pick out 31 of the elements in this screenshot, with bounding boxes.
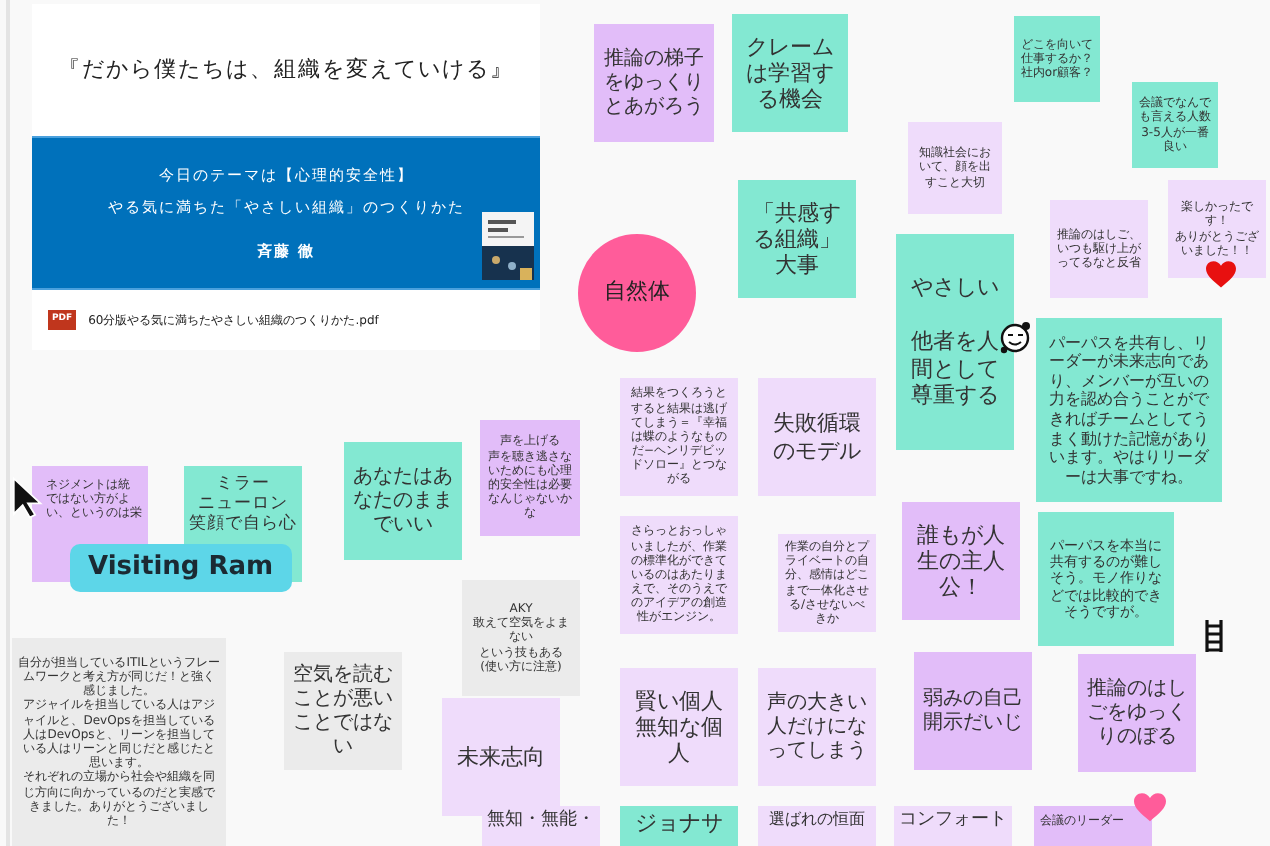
heart-icon [1134, 792, 1166, 824]
heart-icon [1206, 260, 1236, 290]
smiley-icon [998, 320, 1032, 354]
note-text: 空気を読むことが悪いことではない [291, 663, 395, 759]
note-text: 他者を人間として尊重する [909, 327, 1001, 411]
note-text: 推論の梯子をゆっくりとあがろう [602, 47, 706, 119]
note-text: パーパスを共有し、リーダーが未来志向であり、メンバーが互いの力を認め合うことができればチームとしてうまく動けた記憶がありいます。やはりリーダーは大事ですね。 [1047, 333, 1211, 487]
note-text: あなたはあなたのままでいい [351, 465, 455, 537]
note-text: ジョナサ [635, 810, 723, 837]
note-text: クレームは学習する機会 [744, 33, 836, 113]
note-text: 笑顔で自ら心 [189, 514, 297, 536]
cursor-name-label: Visiting Ram [70, 544, 292, 592]
note-text: ニューロン [198, 494, 288, 515]
slide-title: 『だから僕たちは、組織を変えていける』 [58, 53, 514, 86]
note-text: 未来志向 [457, 743, 545, 771]
note-text: 「共感する組織」大事 [751, 199, 843, 279]
sticker-text: 自然体 [604, 276, 670, 309]
note-text: コンフォート [899, 810, 1007, 832]
note-text: 無知・無能・ [487, 810, 595, 832]
note-text: ミラー [216, 474, 270, 495]
cursor-icon [12, 476, 44, 520]
note-text: 推論のはしごをゆっくりのぼる [1085, 677, 1189, 749]
note-text: やさしい [911, 273, 999, 300]
note-text: 失敗循環のモデル [771, 410, 863, 464]
note-text: 選ばれの恒面 [769, 810, 865, 830]
ladder-icon [1204, 620, 1224, 652]
note-text: 声の大きい人だけになってしまう [765, 691, 869, 763]
note-text: 賢い個人 [635, 687, 723, 714]
note-text: 誰もが人生の主人公！ [915, 521, 1007, 601]
note-text: 無知な個人 [633, 713, 725, 767]
note-text: 弱みの自己開示だいじ [921, 687, 1025, 735]
